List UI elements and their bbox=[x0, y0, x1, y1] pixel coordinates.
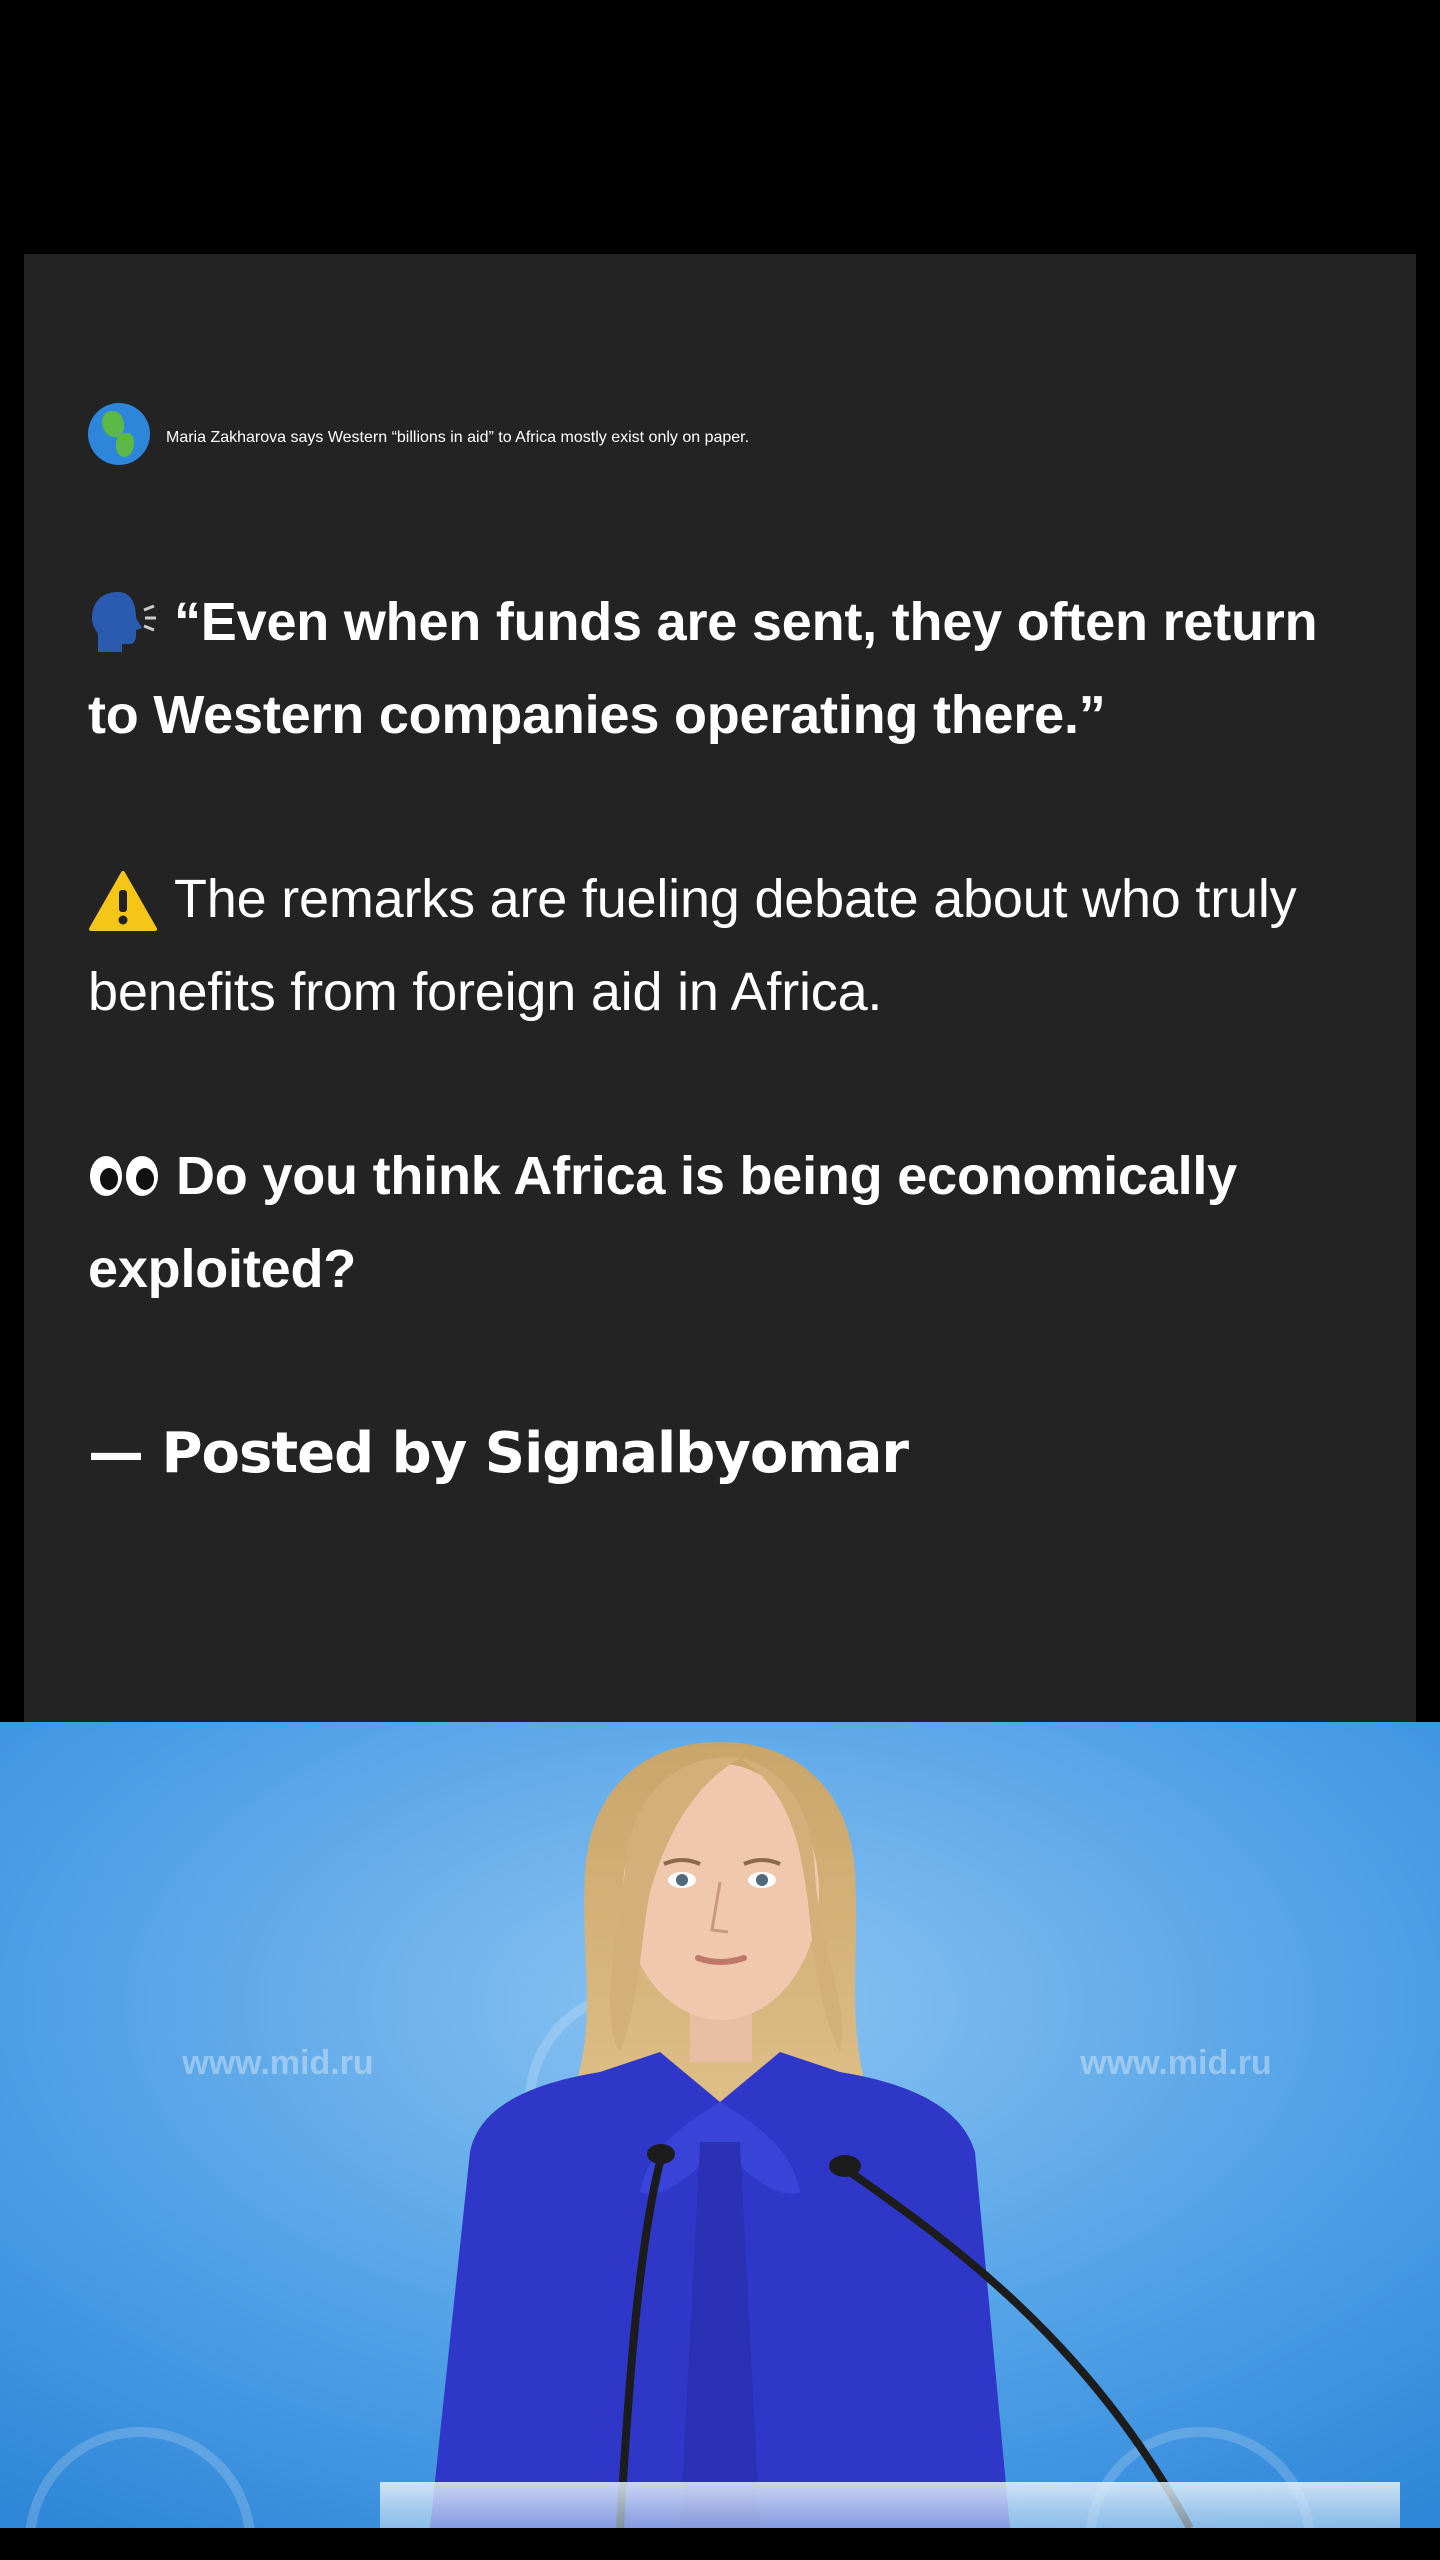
post-paragraph-quote: “Even when funds are sent, they often re… bbox=[88, 576, 1352, 762]
post-paragraph-question: Do you think Africa is being economicall… bbox=[88, 1130, 1352, 1316]
remarks-text: The remarks are fueling debate about who… bbox=[88, 869, 1297, 1022]
globe-icon bbox=[88, 403, 150, 465]
post-paragraph-headline bbox=[88, 314, 1352, 407]
post-card: Maria Zakharova says Western “billions i… bbox=[24, 254, 1416, 1722]
eyes-icon bbox=[88, 1152, 160, 1200]
russia-flag-icon bbox=[88, 336, 160, 384]
watermark-right: www.mid.ru bbox=[1079, 2044, 1271, 2082]
headline-text: Maria Zakharova says Western “billions i… bbox=[166, 429, 750, 447]
post-paragraph-remarks: The remarks are fueling debate about who… bbox=[88, 853, 1352, 1039]
post-photo[interactable]: www.mid.ru www.mid.ru bbox=[0, 1722, 1440, 2528]
post-signature: — Posted by Signalbyomar bbox=[88, 1421, 909, 1486]
screen: Maria Zakharova says Western “billions i… bbox=[0, 0, 1440, 2560]
quote-text: “Even when funds are sent, they often re… bbox=[88, 592, 1318, 745]
question-text: Do you think Africa is being economicall… bbox=[88, 1146, 1238, 1299]
watermark-left: www.mid.ru bbox=[181, 2044, 373, 2082]
warning-icon bbox=[88, 868, 158, 931]
bottom-bar bbox=[0, 2528, 1440, 2560]
speaking-head-icon bbox=[88, 590, 158, 654]
